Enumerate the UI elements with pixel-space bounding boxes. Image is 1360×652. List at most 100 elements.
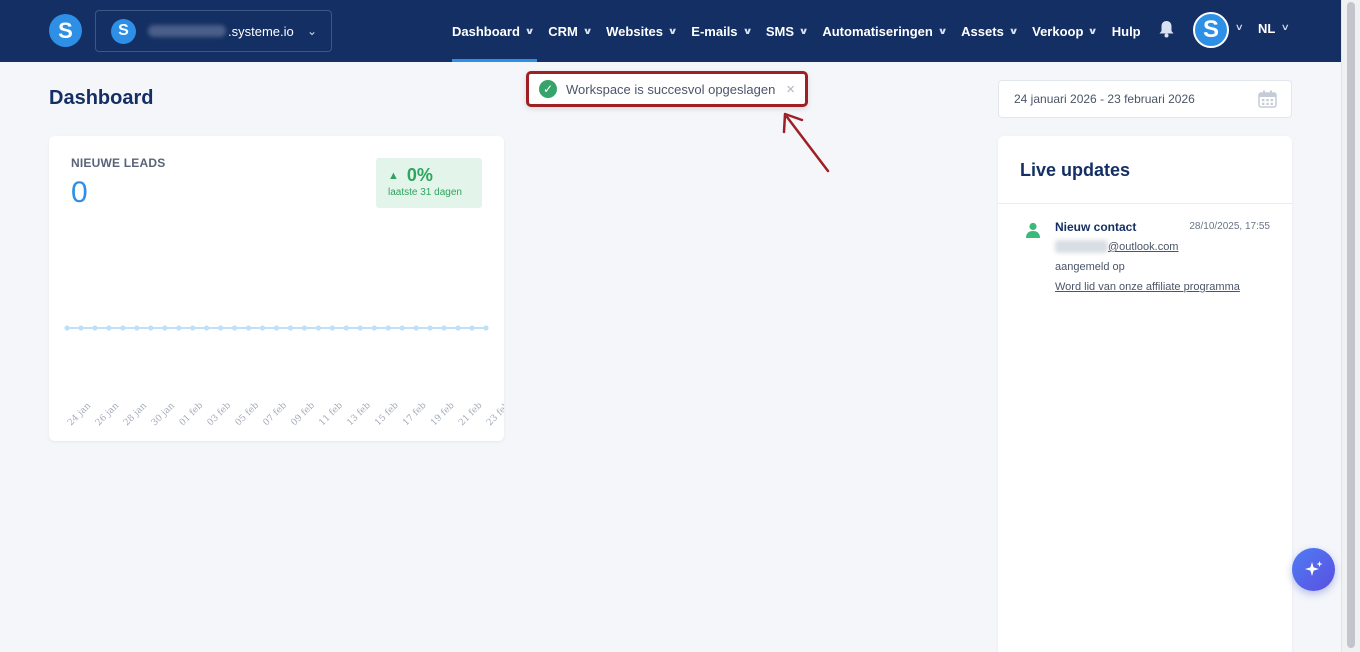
data-point[interactable] [441, 325, 447, 331]
nav-label: SMS [765, 23, 795, 39]
calendar-icon[interactable] [1258, 90, 1277, 108]
data-point[interactable] [218, 325, 224, 331]
user-avatar[interactable]: S [1193, 12, 1229, 48]
contact-email-link[interactable]: @outlook.com [1108, 241, 1178, 253]
top-navbar: S S .systeme.io ⌄ Dashboard ∨ CRM ∨ Websites… [0, 0, 1341, 62]
nav-automatiseringen[interactable]: Automatiseringen ∨ [822, 0, 948, 62]
leads-count: 0 [71, 176, 88, 209]
data-point[interactable] [106, 325, 112, 331]
data-point[interactable] [134, 325, 140, 331]
nav-label: Automatiseringen [822, 23, 933, 39]
data-point[interactable] [399, 325, 405, 331]
x-tick-label: 13 feb [345, 401, 373, 429]
systeme-logo[interactable]: S [49, 14, 82, 47]
data-point[interactable] [385, 325, 391, 331]
update-timestamp: 28/10/2025, 17:55 [1189, 221, 1270, 232]
x-tick-label: 07 feb [262, 401, 290, 429]
data-point[interactable] [427, 325, 433, 331]
chevron-down-icon[interactable]: ∨ [1281, 22, 1290, 33]
data-point[interactable] [245, 325, 252, 331]
data-point[interactable] [204, 325, 210, 331]
check-circle-icon: ✓ [539, 80, 557, 98]
scrollbar-thumb[interactable] [1347, 2, 1355, 648]
x-tick-label: 23 feb [485, 401, 504, 429]
x-tick-label: 11 feb [317, 401, 345, 429]
data-point[interactable] [455, 325, 461, 331]
x-tick-label: 15 feb [373, 401, 401, 429]
data-point[interactable] [329, 325, 335, 331]
data-point[interactable] [301, 325, 308, 331]
live-updates-title: Live updates [1020, 160, 1131, 180]
nav-verkoop[interactable]: Verkoop ∨ [1032, 0, 1099, 62]
nav-label: Verkoop [1032, 23, 1084, 39]
close-icon[interactable]: × [786, 81, 795, 98]
x-tick-label: 26 jan [94, 401, 121, 428]
toast-message: Workspace is succesvol opgeslagen [566, 81, 776, 97]
update-title: Nieuw contact [1055, 220, 1137, 234]
leads-line-chart: 24 jan 26 jan 28 jan 30 jan 01 feb 03 feb 05 f… [64, 325, 504, 429]
nav-hulp[interactable]: Hulp [1112, 0, 1141, 62]
chevron-down-icon: ∨ [1087, 25, 1099, 36]
data-point[interactable] [483, 325, 489, 331]
nav-dashboard[interactable]: Dashboard ∨ [452, 0, 538, 62]
data-point[interactable] [287, 325, 294, 331]
workspace-name-redacted [148, 25, 226, 37]
leads-label: NIEUWE LEADS [71, 156, 166, 170]
nav-label: Assets [961, 23, 1004, 39]
nav-sms[interactable]: SMS ∨ [765, 0, 809, 62]
nav-e-mails[interactable]: E-mails ∨ [691, 0, 752, 62]
chevron-down-icon: ∨ [937, 25, 948, 36]
x-tick-label: 05 feb [234, 401, 262, 429]
person-icon [1026, 222, 1040, 238]
data-point[interactable] [162, 325, 168, 331]
x-tick-label: 03 feb [206, 401, 234, 429]
trend-period: laatste 31 dagen [388, 187, 462, 198]
data-point[interactable] [120, 325, 126, 331]
sparkle-icon [1304, 560, 1322, 576]
nav-label: CRM [548, 23, 578, 39]
chevron-down-icon: ∨ [1008, 25, 1019, 36]
x-tick-label: 21 feb [457, 401, 485, 429]
data-point[interactable] [371, 325, 377, 331]
data-point[interactable] [78, 325, 84, 331]
trend-badge: ▲ 0% laatste 31 dagen [376, 158, 482, 208]
chevron-down-icon[interactable]: ∨ [1235, 22, 1244, 33]
data-point[interactable] [315, 325, 321, 331]
funnel-link[interactable]: Word lid van onze affiliate programma [1055, 281, 1240, 293]
nav-label: Dashboard [452, 23, 520, 39]
x-tick-label: 30 jan [150, 401, 177, 428]
language-selector[interactable]: NL [1258, 21, 1275, 36]
data-point[interactable] [64, 325, 70, 331]
x-tick-label: 01 feb [178, 401, 206, 429]
page-scrollbar[interactable] [1341, 0, 1360, 652]
x-tick-label: 28 jan [122, 401, 149, 428]
nav-websites[interactable]: Websites ∨ [606, 0, 678, 62]
nav-label: Hulp [1111, 23, 1141, 39]
data-point[interactable] [469, 325, 475, 331]
nav-crm[interactable]: CRM ∨ [548, 0, 592, 62]
data-point[interactable] [259, 325, 266, 331]
data-point[interactable] [273, 325, 280, 331]
data-point[interactable] [190, 325, 196, 331]
data-point[interactable] [413, 325, 419, 331]
page-title: Dashboard [49, 87, 154, 109]
chevron-down-icon: ∨ [667, 25, 678, 36]
success-toast: ✓ Workspace is succesvol opgeslagen × [526, 71, 808, 107]
data-point[interactable] [357, 325, 363, 331]
notification-bell-icon[interactable] [1158, 20, 1175, 38]
data-point[interactable] [148, 325, 154, 331]
x-tick-label: 24 jan [66, 401, 93, 428]
data-point[interactable] [92, 325, 98, 331]
ai-assistant-button[interactable] [1292, 548, 1335, 591]
date-range-picker[interactable]: 24 januari 2026 - 23 februari 2026 [998, 80, 1292, 118]
chevron-down-icon: ∨ [524, 25, 535, 36]
data-point[interactable] [176, 325, 182, 331]
x-tick-label: 19 feb [429, 401, 457, 429]
data-point[interactable] [343, 325, 349, 331]
nav-assets[interactable]: Assets ∨ [961, 0, 1019, 62]
email-redacted [1055, 240, 1108, 253]
chevron-down-icon: ⌄ [306, 24, 317, 38]
update-text: aangemeld op [1055, 261, 1125, 273]
workspace-selector[interactable]: S .systeme.io ⌄ [95, 10, 332, 52]
data-point[interactable] [232, 325, 238, 331]
